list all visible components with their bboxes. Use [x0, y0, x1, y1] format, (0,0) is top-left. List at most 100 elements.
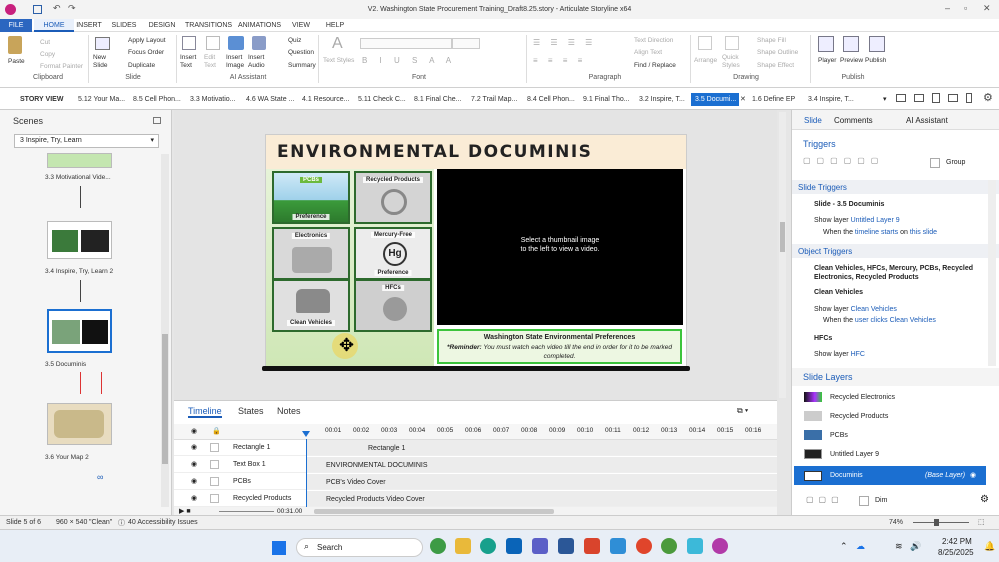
slide-thumbnail[interactable] — [47, 153, 112, 168]
scene-select[interactable]: 3 Inspire, Try, Learn ▾ — [14, 134, 159, 148]
layer-settings-gear-icon[interactable]: ⚙ — [980, 494, 989, 505]
shape-effect-button[interactable]: Shape Effect — [757, 62, 794, 69]
find-replace-button[interactable]: Find / Replace — [634, 62, 676, 69]
layer-name[interactable]: PCBs — [830, 432, 848, 439]
lock-checkbox[interactable] — [210, 494, 219, 503]
duplicate-button[interactable]: Duplicate — [128, 62, 155, 69]
panel-pin-icon[interactable] — [153, 117, 161, 124]
menu-view[interactable]: VIEW — [290, 19, 312, 32]
view-normal-icon[interactable] — [896, 94, 906, 102]
timeline-options-icon[interactable]: ⧉ ▾ — [737, 406, 748, 416]
timeline-row[interactable]: ◉ Recycled Products Recycled Products Vi… — [174, 490, 777, 507]
visibility-eye-icon[interactable]: ◉ — [191, 473, 197, 490]
lock-checkbox[interactable] — [210, 443, 219, 452]
story-tab[interactable]: 4.1 Resource... — [302, 93, 354, 106]
taskbar-time[interactable]: 2:42 PM — [942, 537, 972, 546]
electronics-thumbnail[interactable]: Electronics — [272, 227, 350, 280]
video-area[interactable]: Select a thumbnail image to the left to … — [437, 169, 683, 325]
edit-text-icon[interactable] — [206, 36, 220, 50]
app-sl-icon[interactable] — [712, 538, 728, 554]
insert-text-icon[interactable] — [182, 36, 196, 50]
timeline-bar[interactable]: PCB's Video Cover — [306, 474, 777, 489]
zoom-thumb[interactable] — [934, 519, 939, 526]
chrome-alt-icon[interactable] — [661, 538, 677, 554]
eye-icon[interactable]: ◉ — [191, 427, 197, 435]
story-tab[interactable]: 1.6 Define EP — [752, 93, 802, 106]
story-tab[interactable]: 8.1 Final Che... — [414, 93, 466, 106]
layer-name[interactable]: Untitled Layer 9 — [830, 451, 879, 458]
tab-slide[interactable]: Slide — [804, 116, 822, 125]
edge-icon[interactable] — [480, 538, 496, 554]
insert-text-button[interactable]: Insert Text — [180, 54, 200, 70]
accessibility-icon[interactable]: ⓘ — [118, 518, 125, 528]
maximize-icon[interactable]: ▫ — [964, 3, 967, 13]
canvas-scrollbar[interactable] — [779, 112, 786, 398]
story-tab[interactable]: 7.2 Trail Map... — [471, 93, 523, 106]
view-phone-icon[interactable] — [966, 93, 972, 103]
text-styles-icon[interactable]: A — [332, 36, 343, 52]
object-triggers-list[interactable]: Clean Vehicles, HFCs, Mercury, PCBs, Rec… — [814, 264, 979, 282]
notifications-icon[interactable]: 🔔 — [984, 541, 995, 552]
menu-design[interactable]: DESIGN — [147, 19, 177, 32]
playhead-marker[interactable] — [302, 431, 310, 437]
pcbs-thumbnail[interactable]: PCBs Preference — [272, 171, 350, 224]
story-tab[interactable]: 3.4 Inspire, T... — [808, 93, 860, 106]
clean-vehicles-group[interactable]: Clean Vehicles — [814, 289, 863, 296]
arrange-icon[interactable] — [698, 36, 712, 50]
quick-styles-icon[interactable] — [725, 36, 739, 50]
new-slide-button[interactable]: New Slide — [93, 54, 113, 70]
timeline-row[interactable]: ◉ Text Box 1 ENVIRONMENTAL DOCUMINIS — [174, 456, 777, 473]
insert-image-button[interactable]: Insert Image — [226, 54, 246, 70]
visibility-eye-icon[interactable]: ◉ — [191, 456, 197, 473]
view-layout-icon[interactable] — [914, 94, 924, 102]
scenes-scrollbar[interactable] — [161, 154, 169, 507]
story-tab[interactable]: 9.1 Final Tho... — [583, 93, 635, 106]
visibility-eye-icon[interactable]: ◉ — [191, 490, 197, 507]
app-icon[interactable] — [687, 538, 703, 554]
menu-help[interactable]: HELP — [324, 19, 346, 32]
mercury-free-thumbnail[interactable]: Mercury-Free Hg Preference — [354, 227, 432, 280]
paste-icon[interactable] — [8, 36, 22, 54]
shape-outline-button[interactable]: Shape Outline — [757, 49, 798, 56]
storyline-icon[interactable] — [584, 538, 600, 554]
font-format-icons[interactable]: B I U S A A — [362, 56, 456, 65]
timeline-zoom-slider[interactable] — [219, 511, 274, 512]
chrome-icon[interactable] — [430, 538, 446, 554]
taskbar-date[interactable]: 8/25/2025 — [938, 548, 974, 557]
zoom-slider[interactable] — [913, 522, 969, 523]
timeline-row[interactable]: ◉ Rectangle 1 Rectangle 1 — [174, 439, 777, 456]
tab-states[interactable]: States — [238, 406, 264, 416]
player-icon[interactable] — [818, 36, 834, 52]
group-checkbox[interactable] — [930, 158, 940, 168]
storyline-alt-icon[interactable] — [610, 538, 626, 554]
minimize-icon[interactable]: – — [945, 3, 950, 13]
menu-file[interactable]: FILE — [0, 19, 32, 32]
shape-fill-button[interactable]: Shape Fill — [757, 37, 786, 44]
layer-name[interactable]: Recycled Products — [830, 413, 888, 420]
outlook-icon[interactable] — [506, 538, 522, 554]
tab-list-dropdown-icon[interactable]: ▾ — [883, 95, 887, 103]
view-tablet-icon[interactable] — [932, 93, 940, 103]
teams-icon[interactable] — [532, 538, 548, 554]
tray-chevron-icon[interactable]: ⌃ — [840, 541, 848, 552]
status-accessibility[interactable]: 40 Accessibility Issues — [128, 519, 198, 526]
story-tab[interactable]: 5.11 Check C... — [358, 93, 410, 106]
right-panel-scrollbar[interactable] — [988, 180, 996, 366]
lock-checkbox[interactable] — [210, 460, 219, 469]
text-styles-button[interactable]: Text Styles — [323, 57, 354, 64]
align-icons[interactable]: ≡ ≡ ≡ ≡ — [533, 56, 586, 65]
taskbar-search[interactable]: ⌕ Search — [296, 538, 423, 557]
tab-notes[interactable]: Notes — [277, 406, 301, 416]
preview-icon[interactable] — [843, 36, 859, 52]
font-size-select[interactable] — [452, 38, 480, 49]
quick-styles-button[interactable]: Quick Styles — [722, 54, 744, 70]
hfcs-thumbnail[interactable]: HFCs — [354, 279, 432, 332]
hfcs-group[interactable]: HFCs — [814, 335, 832, 342]
slide-thumbnail[interactable] — [47, 221, 112, 259]
copy-button[interactable]: Copy — [40, 51, 55, 58]
timeline-row[interactable]: ◉ PCBs PCB's Video Cover — [174, 473, 777, 490]
apply-layout-button[interactable]: Apply Layout — [128, 37, 166, 44]
tab-ai-assistant[interactable]: AI Assistant — [906, 116, 948, 125]
slide-thumbnail-selected[interactable] — [47, 309, 112, 353]
recycled-products-thumbnail[interactable]: Recycled Products — [354, 171, 432, 224]
